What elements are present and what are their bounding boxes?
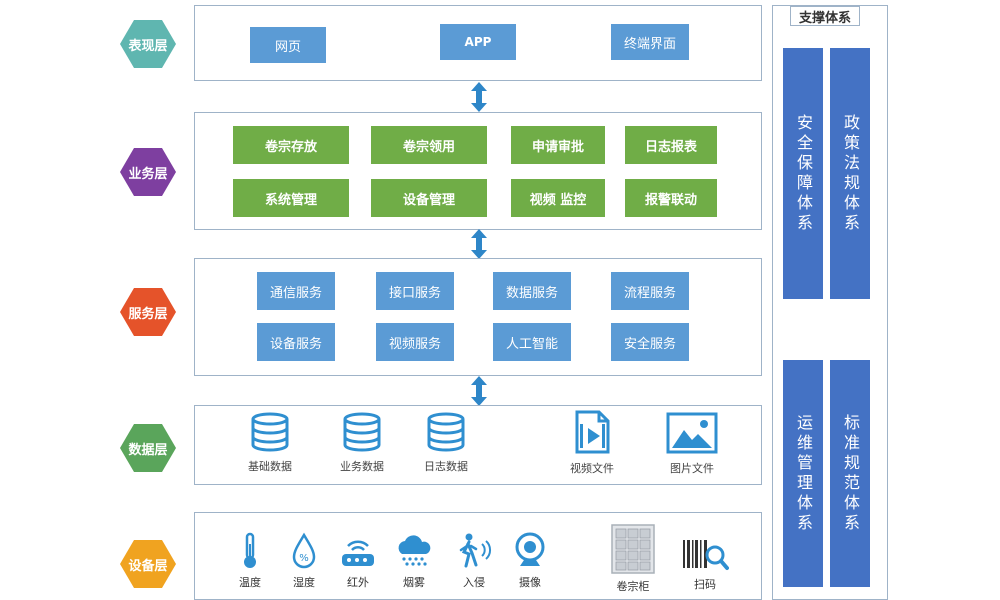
device-item-temperature: 温度 (232, 532, 268, 590)
device-item-label: 烟雾 (403, 576, 425, 589)
business-item-archive-storage: 卷宗存放 (233, 126, 349, 164)
data-item-label: 基础数据 (248, 460, 292, 473)
business-item-alarm-linkage: 报警联动 (625, 179, 717, 217)
data-item-label: 业务数据 (340, 460, 384, 473)
business-item-log-report: 日志报表 (625, 126, 717, 164)
service-item-interface: 接口服务 (376, 272, 454, 310)
service-item-data: 数据服务 (493, 272, 571, 310)
support-block-standards: 标准规范体系 (830, 360, 870, 587)
cabinet-icon (611, 524, 655, 574)
business-item-device-management: 设备管理 (371, 179, 487, 217)
presentation-item-terminal: 终端界面 (611, 24, 689, 60)
service-item-workflow: 流程服务 (611, 272, 689, 310)
barcode-scan-icon (683, 540, 729, 570)
device-item-label: 摄像 (519, 576, 541, 589)
data-item-label: 视频文件 (570, 462, 614, 475)
device-item-label: 温度 (239, 576, 261, 589)
webcam-icon (515, 532, 545, 566)
business-item-video-monitoring: 视频 监控 (511, 179, 605, 217)
device-item-smoke: 烟雾 (393, 532, 435, 590)
device-item-label: 入侵 (463, 576, 485, 589)
data-item-business: 业务数据 (332, 412, 392, 474)
double-arrow-icon (471, 82, 487, 112)
presentation-item-app: APP (440, 24, 516, 60)
video-file-icon (575, 410, 610, 454)
device-item-label: 红外 (347, 576, 369, 589)
database-icon (343, 412, 381, 452)
device-item-archive-cabinet: 卷宗柜 (606, 524, 660, 594)
device-item-label: 湿度 (293, 576, 315, 589)
support-block-policy: 政策法规体系 (830, 48, 870, 299)
database-icon (251, 412, 289, 452)
layer-label-device: 设备层 (120, 540, 176, 588)
support-block-security: 安全保障体系 (783, 48, 823, 299)
business-item-approval: 申请审批 (511, 126, 605, 164)
infrared-sensor-icon (342, 540, 374, 566)
svg-text:%: % (299, 553, 309, 564)
layer-label-data: 数据层 (120, 424, 176, 472)
data-item-log: 日志数据 (416, 412, 476, 474)
service-item-video: 视频服务 (376, 323, 454, 361)
device-item-intrusion: 入侵 (454, 532, 494, 590)
data-item-video-file: 视频文件 (562, 410, 622, 476)
device-item-label: 扫码 (694, 578, 716, 591)
business-item-archive-checkout: 卷宗领用 (371, 126, 487, 164)
data-item-label: 图片文件 (670, 462, 714, 475)
humidity-drop-icon: % (292, 532, 316, 569)
service-item-device: 设备服务 (257, 323, 335, 361)
intruder-walking-icon (459, 533, 492, 568)
layer-label-service: 服务层 (120, 288, 176, 336)
database-icon (427, 412, 465, 452)
image-file-icon (666, 412, 718, 454)
data-item-basic: 基础数据 (240, 412, 300, 474)
thermometer-icon (244, 532, 256, 568)
layer-label-business: 业务层 (120, 148, 176, 196)
data-item-image-file: 图片文件 (660, 412, 724, 476)
device-item-humidity: % 湿度 (286, 532, 322, 590)
service-item-security: 安全服务 (611, 323, 689, 361)
device-item-label: 卷宗柜 (616, 580, 650, 593)
double-arrow-icon (471, 229, 487, 259)
double-arrow-icon (471, 376, 487, 406)
support-block-operations: 运维管理体系 (783, 360, 823, 587)
layer-label-presentation: 表现层 (120, 20, 176, 68)
device-item-scan: 扫码 (680, 538, 730, 592)
device-item-camera: 摄像 (510, 532, 550, 590)
support-system-title: 支撑体系 (790, 6, 860, 26)
presentation-item-web: 网页 (250, 27, 326, 63)
smoke-cloud-icon (398, 535, 431, 566)
data-item-label: 日志数据 (424, 460, 468, 473)
service-item-ai: 人工智能 (493, 323, 571, 361)
business-item-system-management: 系统管理 (233, 179, 349, 217)
device-item-infrared: 红外 (338, 532, 378, 590)
service-item-communication: 通信服务 (257, 272, 335, 310)
